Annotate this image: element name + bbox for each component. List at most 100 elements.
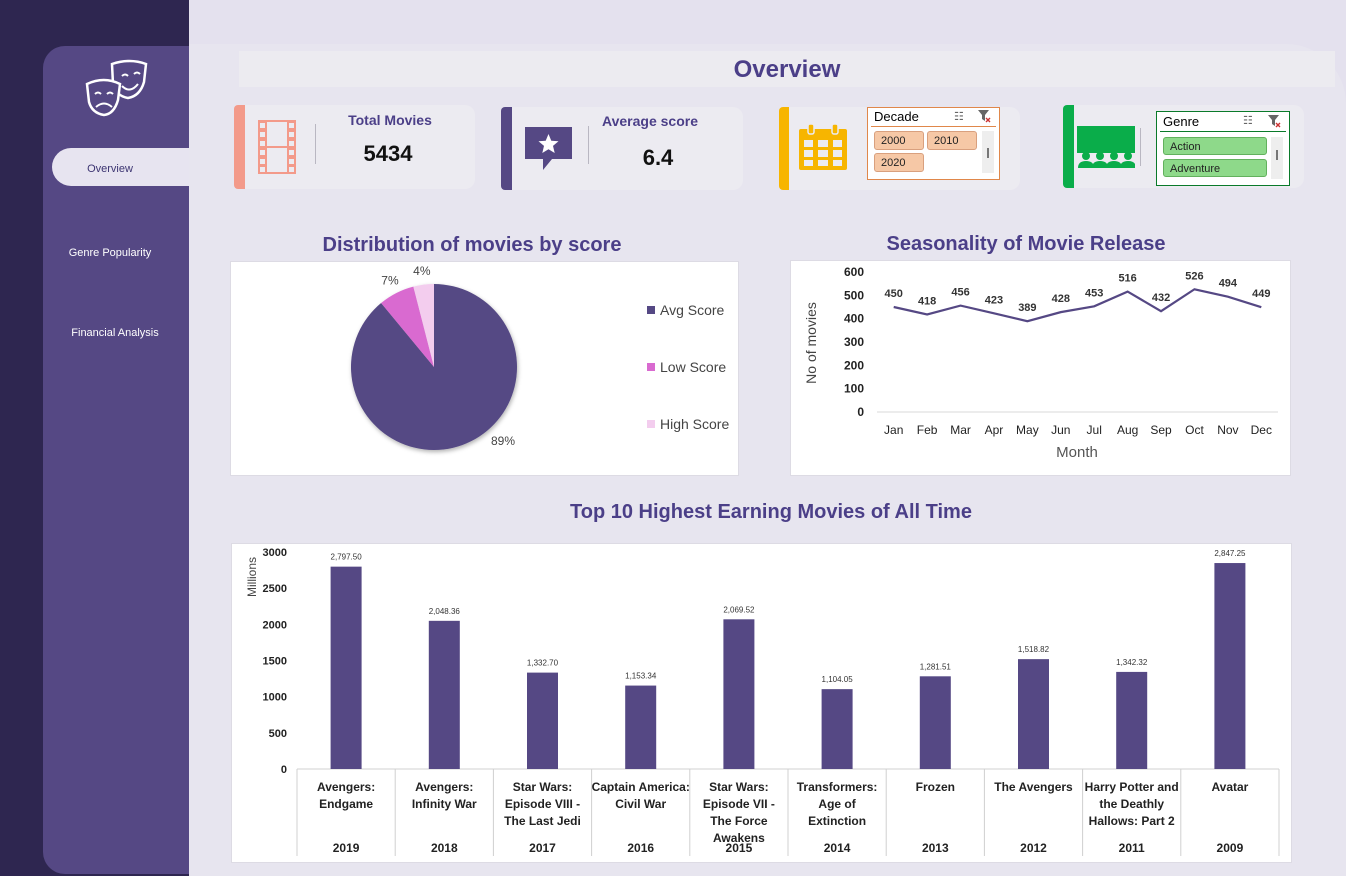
bar-data-label: 1,518.82 bbox=[1018, 645, 1050, 654]
line-data-label: 423 bbox=[985, 294, 1003, 306]
film-strip-icon bbox=[258, 120, 296, 179]
x-tick-year-label: 2013 bbox=[922, 841, 949, 855]
line-chart: 0 100 200 300 400 500 600 450 Jan 418 Feb 456 Mar 423… bbox=[803, 265, 1278, 461]
bar bbox=[527, 672, 558, 769]
nav-item-financial-analysis[interactable]: Financial Analysis bbox=[50, 327, 180, 339]
kpi-accent-bar bbox=[501, 107, 512, 190]
pie-chart-title: Distribution of movies by score bbox=[322, 234, 622, 256]
bar-data-label: 2,797.50 bbox=[331, 553, 363, 562]
pie-data-label: 7% bbox=[381, 274, 399, 288]
y-tick-label: 200 bbox=[844, 358, 864, 372]
bar bbox=[1214, 563, 1246, 769]
y-tick-label: 1000 bbox=[263, 692, 287, 704]
bar-data-label: 2,847.25 bbox=[1214, 549, 1246, 558]
line-data-label: 418 bbox=[918, 295, 936, 307]
genre-option-adventure[interactable]: Adventure bbox=[1163, 159, 1267, 177]
nav-item-overview-label[interactable]: Overview bbox=[52, 163, 168, 175]
bar bbox=[821, 689, 853, 769]
y-tick-label: 400 bbox=[844, 312, 864, 326]
line-data-label: 389 bbox=[1018, 302, 1036, 314]
decade-option-2020[interactable]: 2020 bbox=[874, 153, 924, 172]
x-tick-year-label: 2012 bbox=[1020, 841, 1047, 855]
y-tick-label: 2500 bbox=[263, 583, 287, 595]
y-tick-label: 100 bbox=[844, 382, 864, 396]
x-tick-label: Frozen bbox=[916, 780, 955, 794]
decade-option-2000[interactable]: 2000 bbox=[874, 131, 924, 150]
pie-data-label: 89% bbox=[491, 434, 515, 448]
decade-slicer-scroll-thumb[interactable] bbox=[987, 148, 989, 158]
legend-label: High Score bbox=[660, 416, 730, 432]
slicer-header-line bbox=[1160, 131, 1286, 132]
line-series bbox=[893, 288, 1262, 323]
legend-label: Avg Score bbox=[660, 302, 725, 318]
x-tick-year-label: 2015 bbox=[726, 841, 753, 855]
kpi-total-movies-value: 5434 bbox=[363, 141, 413, 166]
x-tick-year-label: 2016 bbox=[627, 841, 654, 855]
bar bbox=[428, 620, 460, 769]
x-tick-label: The Avengers bbox=[994, 780, 1073, 794]
x-tick-year-label: 2019 bbox=[333, 841, 360, 855]
bar-data-label: 1,104.05 bbox=[822, 675, 854, 684]
bar-data-label: 1,332.70 bbox=[527, 659, 559, 668]
kpi-divider bbox=[315, 124, 316, 164]
bar bbox=[330, 566, 362, 769]
multi-select-icon[interactable]: ☷ bbox=[954, 110, 964, 123]
legend-swatch bbox=[647, 363, 655, 371]
nav-item-genre-popularity[interactable]: Genre Popularity bbox=[50, 247, 170, 259]
y-axis-title: No of movies bbox=[803, 302, 819, 384]
bar bbox=[1018, 659, 1049, 769]
bar bbox=[919, 676, 951, 769]
bar bbox=[625, 685, 657, 769]
x-tick-label: Mar bbox=[950, 423, 971, 437]
legend-swatch bbox=[647, 306, 655, 314]
genre-slicer-scroll-thumb[interactable] bbox=[1276, 150, 1278, 160]
x-tick-label: Oct bbox=[1185, 423, 1204, 437]
x-tick-label: Jun bbox=[1051, 423, 1070, 437]
y-tick-label: 0 bbox=[857, 405, 864, 419]
pie-legend-avg-score: Avg Score bbox=[647, 302, 724, 318]
bar bbox=[1116, 671, 1148, 769]
x-tick-label: Avengers: Endgame bbox=[317, 780, 375, 811]
bar-chart: 0 500 1000 1500 2000 2500 3000 Millions 2,797.50… bbox=[245, 547, 1280, 856]
line-data-label: 450 bbox=[885, 288, 903, 300]
pie-data-label: 4% bbox=[413, 264, 431, 278]
line-data-label: 494 bbox=[1219, 278, 1238, 290]
theater-masks-icon bbox=[84, 58, 150, 118]
bar-data-label: 2,048.36 bbox=[429, 607, 461, 616]
x-tick-label: May bbox=[1016, 423, 1039, 437]
line-data-label: 456 bbox=[951, 287, 969, 299]
cinema-audience-icon bbox=[1077, 126, 1136, 173]
kpi-divider bbox=[1140, 128, 1141, 166]
x-tick-year-label: 2009 bbox=[1217, 841, 1244, 855]
slicer-header-line bbox=[871, 126, 996, 127]
x-tick-label: Captain America: Civil War bbox=[592, 780, 690, 811]
pie-legend-high-score: High Score bbox=[647, 416, 729, 432]
bar-data-label: 1,153.34 bbox=[625, 672, 657, 681]
x-tick-label: Star Wars: Episode VII -The Force Awakens bbox=[703, 780, 775, 845]
line-data-label: 516 bbox=[1118, 273, 1136, 285]
bar bbox=[723, 619, 755, 769]
x-tick-year-label: 2011 bbox=[1119, 841, 1145, 855]
bar-chart-title: Top 10 Highest Earning Movies of All Tim… bbox=[570, 501, 972, 523]
legend-label: Low Score bbox=[660, 359, 727, 375]
kpi-average-score-label: Average score bbox=[602, 113, 698, 129]
x-tick-year-label: 2018 bbox=[431, 841, 458, 855]
kpi-accent-bar bbox=[234, 105, 245, 189]
bar-data-label: 1,281.51 bbox=[920, 662, 952, 671]
legend-swatch bbox=[647, 420, 655, 428]
genre-option-action[interactable]: Action bbox=[1163, 137, 1267, 155]
multi-select-icon[interactable]: ☷ bbox=[1243, 114, 1253, 127]
decade-option-2010[interactable]: 2010 bbox=[927, 131, 977, 150]
line-data-label: 428 bbox=[1052, 293, 1070, 305]
x-tick-label: Jan bbox=[884, 423, 903, 437]
x-tick-label: Avatar bbox=[1211, 780, 1248, 794]
bar-data-label: 1,342.32 bbox=[1116, 658, 1148, 667]
line-data-label: 432 bbox=[1152, 292, 1170, 304]
y-tick-label: 300 bbox=[844, 335, 864, 349]
x-axis-title: Month bbox=[1056, 444, 1098, 461]
x-tick-label: Transformers: Age of Extinction bbox=[797, 780, 878, 828]
x-tick-label: Star Wars: Episode VIII -The Last Jedi bbox=[504, 780, 581, 828]
bar-data-label: 2,069.52 bbox=[723, 605, 755, 614]
decade-slicer-title: Decade bbox=[874, 109, 919, 124]
x-tick-label: Harry Potter and the Deathly Hallows: Part… bbox=[1085, 780, 1179, 828]
